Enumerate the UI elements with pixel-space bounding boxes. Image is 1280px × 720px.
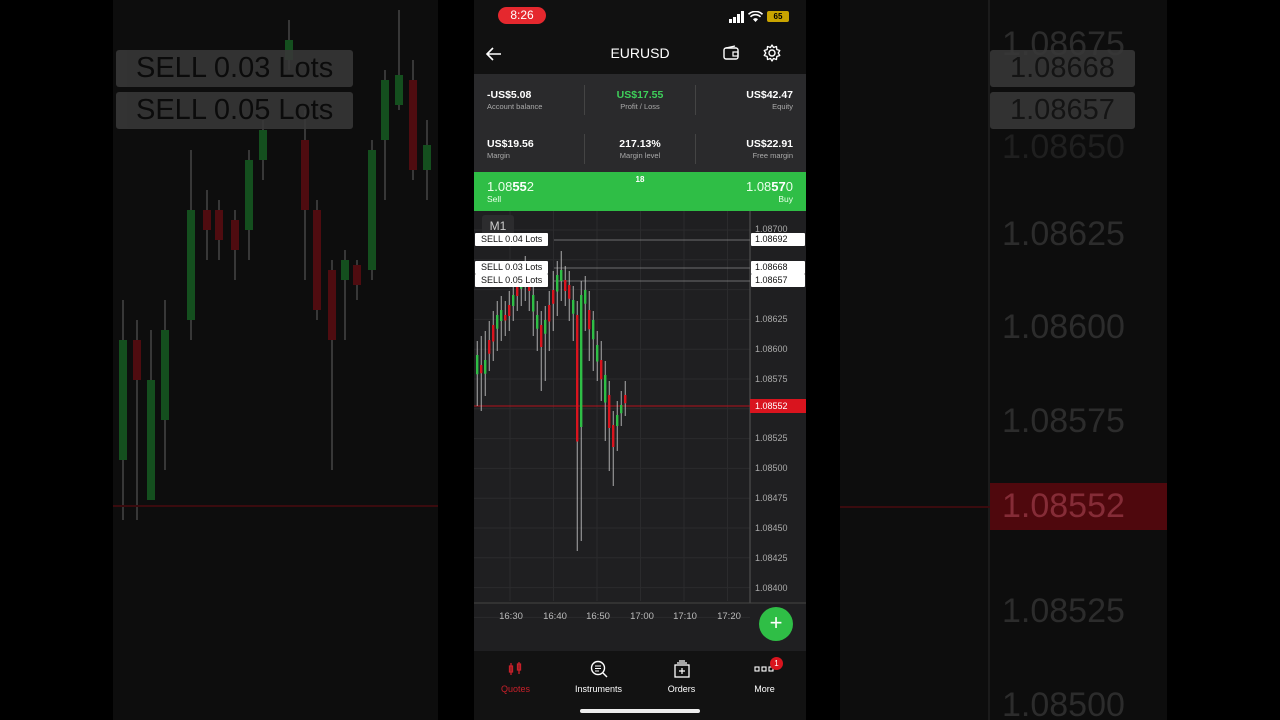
candle-body (580, 295, 583, 427)
free-margin: US$22.91 Free margin (746, 138, 793, 160)
candle-body (620, 405, 623, 414)
page-title: EURUSD (610, 45, 670, 61)
candle-body (600, 360, 603, 380)
bottom-tab-bar: Quotes Instruments Orders 1 More (474, 651, 806, 720)
account-summary: -US$5.08 Account balance US$17.55 Profit… (474, 74, 806, 172)
x-tick: 17:20 (717, 611, 741, 622)
x-tick: 17:00 (630, 611, 654, 622)
y-tick: 1.08700 (755, 224, 788, 234)
search-list-icon (590, 660, 607, 678)
x-tick: 16:50 (586, 611, 610, 622)
candle-body (592, 320, 595, 340)
status-time: 8:26 (498, 7, 546, 24)
order-price-tag: 1.08692 (751, 233, 805, 246)
quote-bar: 1.08552 Sell 18 1.08570 Buy (474, 172, 806, 211)
candle-body (564, 280, 567, 291)
candle-body (588, 310, 591, 330)
candle-body (504, 315, 507, 321)
order-price-tag: 1.08657 (751, 274, 805, 287)
buy-quote-button[interactable]: 1.08570 Buy (746, 179, 793, 204)
candle-body (532, 295, 535, 312)
wallet-icon[interactable] (721, 43, 741, 63)
blurred-chart-right: 1.08675 1.08668 1.08657 1.08650 1.08625 … (840, 0, 1167, 720)
candle-body (488, 340, 491, 354)
margin: US$19.56 Margin (487, 138, 534, 160)
y-tick: 1.08450 (755, 523, 788, 533)
candle-body (484, 360, 487, 374)
account-balance: -US$5.08 Account balance (487, 89, 543, 111)
tab-more[interactable]: 1 More (723, 657, 806, 694)
y-tick: 1.08425 (755, 553, 788, 563)
wifi-icon (748, 11, 763, 22)
tab-orders[interactable]: Orders (640, 659, 723, 694)
candle-body (560, 270, 563, 281)
margin-level: 217.13% Margin level (619, 138, 661, 160)
order-price-tag: 1.08668 (751, 261, 805, 274)
candle-body (492, 325, 495, 342)
candle-body (612, 425, 615, 447)
candle-body (500, 310, 503, 321)
equity: US$42.47 Equity (746, 89, 793, 111)
x-tick: 17:10 (673, 611, 697, 622)
candle-body (512, 295, 515, 306)
x-tick: 16:30 (499, 611, 523, 622)
candle-body (496, 315, 499, 329)
y-tick: 1.08525 (755, 433, 788, 443)
candle-body (624, 395, 627, 404)
candle-body (552, 290, 555, 304)
current-price-tag: 1.08552 (750, 399, 806, 413)
order-tag[interactable]: SELL 0.03 Lots (475, 261, 549, 274)
y-tick: 1.08600 (755, 344, 788, 354)
candle-body (508, 305, 511, 316)
profit-loss: US$17.55 Profit / Loss (616, 89, 664, 111)
candle-body (540, 325, 543, 347)
order-tag[interactable]: SELL 0.04 Lots (475, 233, 549, 246)
candle-body (576, 315, 579, 442)
candle-body (616, 415, 619, 426)
y-tick: 1.08625 (755, 314, 788, 324)
orders-icon (673, 660, 690, 678)
phone-screen: 8:26 65 EURUSD -US$5.08 Account balance … (474, 0, 806, 720)
candle-body (596, 345, 599, 362)
candle-body (480, 365, 483, 374)
order-tag[interactable]: SELL 0.05 Lots (475, 274, 549, 287)
candle-body (568, 285, 571, 299)
battery-icon: 65 (767, 11, 789, 22)
new-order-button[interactable]: + (759, 607, 793, 641)
candle-body (476, 355, 479, 375)
signal-icon (729, 11, 744, 23)
candle-body (584, 290, 587, 304)
blurred-chart-left: SELL 0.03 Lots SELL 0.05 Lots (113, 0, 438, 720)
x-tick: 16:40 (543, 611, 567, 622)
candle-body (548, 305, 551, 322)
candle-body (604, 375, 607, 403)
candle-body (608, 395, 611, 428)
tab-instruments[interactable]: Instruments (557, 659, 640, 694)
candle-body (556, 275, 559, 292)
quotes-icon (508, 662, 521, 675)
status-bar: 8:26 65 (474, 0, 806, 34)
y-tick: 1.08475 (755, 493, 788, 503)
candle-body (544, 320, 547, 334)
notification-badge: 1 (770, 657, 783, 670)
candle-body (572, 300, 575, 314)
candle-body (536, 315, 539, 329)
gear-icon[interactable] (762, 43, 782, 63)
tab-quotes[interactable]: Quotes (474, 659, 557, 694)
home-indicator (580, 709, 700, 713)
nav-bar: EURUSD (474, 34, 806, 74)
y-tick: 1.08575 (755, 374, 788, 384)
y-tick: 1.08400 (755, 583, 788, 593)
y-tick: 1.08500 (755, 463, 788, 473)
price-chart[interactable]: M1 SELL 0.04 Lots 1.08692 SELL 0.03 Lots… (474, 211, 806, 651)
